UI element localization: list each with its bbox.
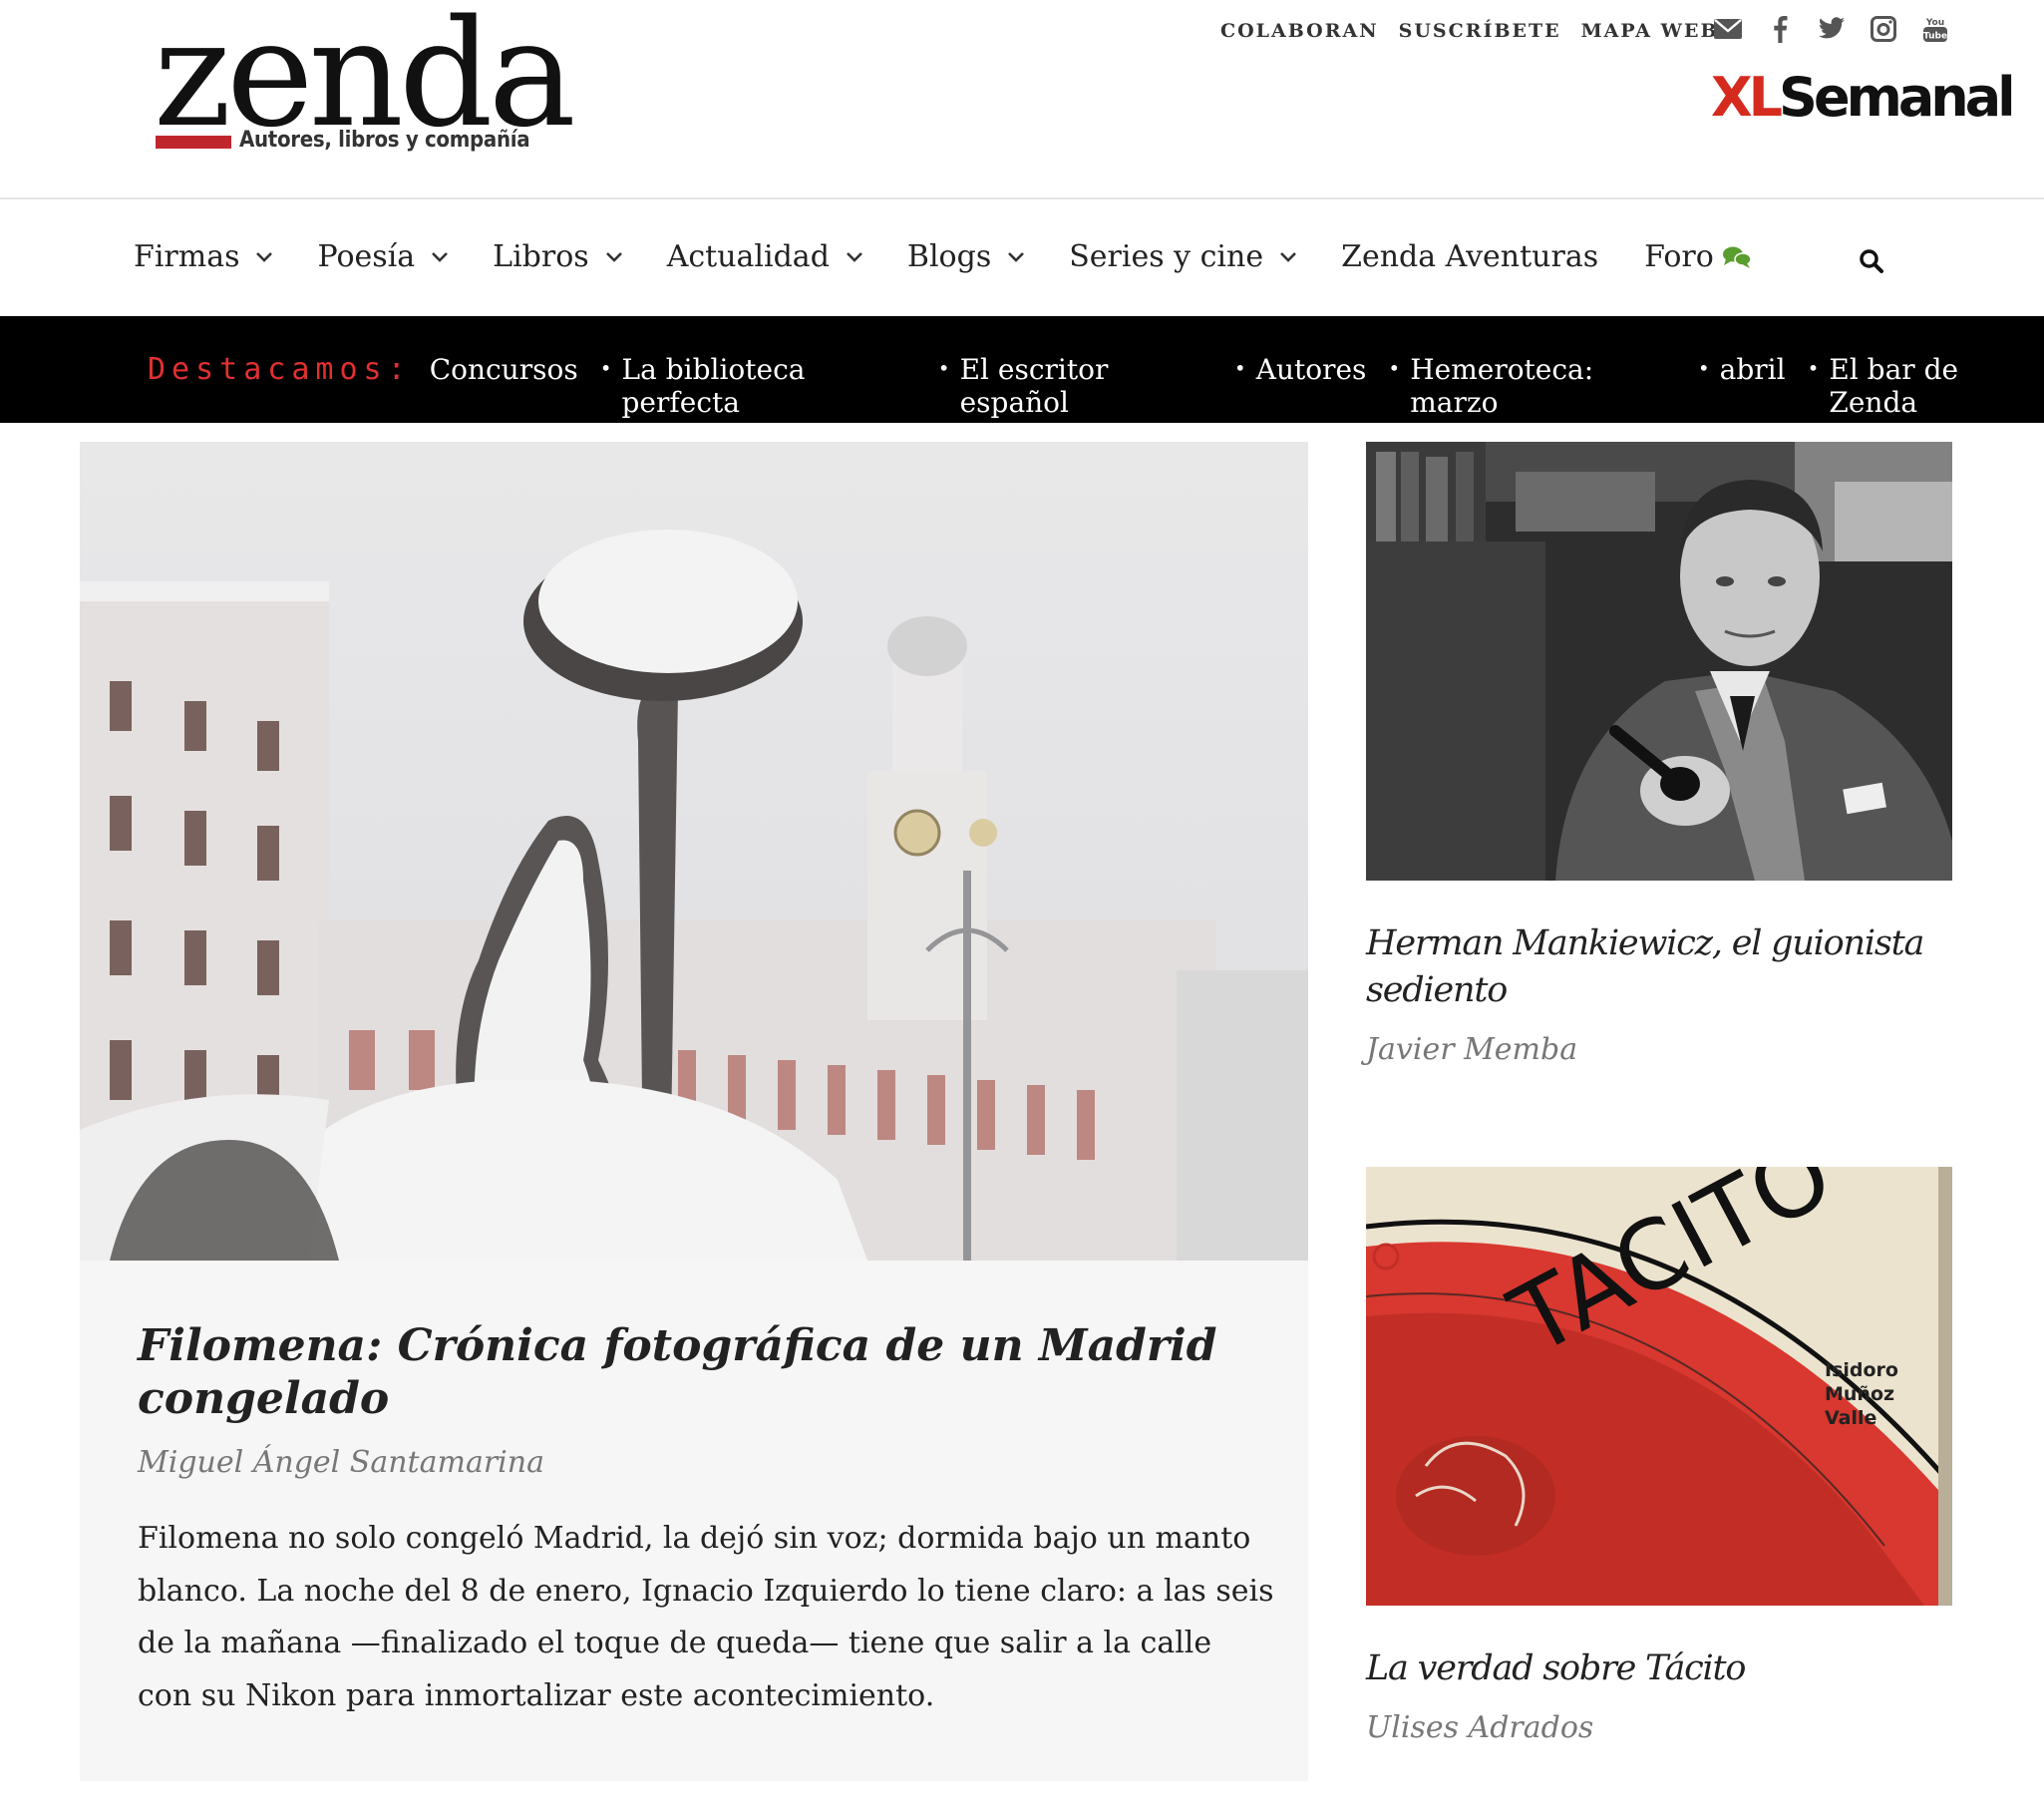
nav-item-label: Series y cine <box>1069 239 1264 274</box>
highlight-separator: • <box>1807 356 1820 380</box>
cover-author-line: Isidoro <box>1825 1359 1898 1381</box>
logo-tagline: Autores, libros y compañía <box>239 128 530 153</box>
mankiewicz-portrait-photo <box>1366 442 1952 881</box>
chevron-down-icon <box>1280 251 1297 262</box>
search-icon[interactable] <box>1859 248 1884 274</box>
side-article-author[interactable]: Javier Memba <box>1366 1032 1952 1067</box>
highlights-bar: Destacamos: Concursos • La biblioteca pe… <box>0 316 2044 423</box>
nav-item-poesia[interactable]: Poesía <box>317 239 449 274</box>
highlight-separator: • <box>937 356 950 380</box>
svg-text:You: You <box>1925 18 1944 28</box>
side-article-image[interactable] <box>1366 442 1952 881</box>
xlsemanal-logo-xl: XL <box>1711 66 1783 129</box>
highlight-link-abril[interactable]: abril <box>1720 353 1786 386</box>
side-article-author[interactable]: Ulises Adrados <box>1366 1710 1952 1745</box>
highlight-separator: • <box>1233 356 1246 380</box>
logo-wordmark: zenda <box>154 0 576 160</box>
chevron-down-icon <box>1008 251 1025 262</box>
featured-article-author[interactable]: Miguel Ángel Santamarina <box>138 1445 544 1480</box>
featured-article[interactable]: Filomena: Crónica fotográfica de un Madr… <box>80 442 1308 1781</box>
chevron-down-icon <box>846 251 862 262</box>
nav-item-label: Libros <box>493 239 589 274</box>
nav-item-libros[interactable]: Libros <box>493 239 623 274</box>
nav-item-blogs[interactable]: Blogs <box>907 239 1025 274</box>
logo-red-bar <box>156 136 231 149</box>
chat-bubbles-icon <box>1722 246 1752 268</box>
mail-icon[interactable] <box>1713 14 1743 44</box>
highlight-link-escritor[interactable]: El escritor español <box>960 353 1212 419</box>
xlsemanal-logo-semanal: Semanal <box>1779 66 2016 129</box>
main-nav: Firmas Poesía Libros Actualidad Blogs Se… <box>0 201 2044 316</box>
side-article[interactable]: TACITO Isidoro Muñoz Valle La verdad sob… <box>1366 1167 1952 1745</box>
top-link-mapa-web[interactable]: MAPA WEB <box>1581 20 1719 42</box>
side-article-image[interactable]: TACITO Isidoro Muñoz Valle <box>1366 1167 1952 1606</box>
side-article-title[interactable]: Herman Mankiewicz, el guionista sediento <box>1366 920 1952 1014</box>
chevron-down-icon <box>256 251 273 262</box>
nav-item-label: Poesía <box>317 239 416 274</box>
nav-item-label: Actualidad <box>666 239 830 274</box>
nav-item-label: Blogs <box>906 239 992 274</box>
chevron-down-icon <box>605 251 622 262</box>
snowy-madrid-photo <box>80 442 1308 1261</box>
social-links: You Tube <box>1713 14 1950 44</box>
twitter-icon[interactable] <box>1817 14 1847 44</box>
nav-items: Firmas Poesía Libros Actualidad Blogs Se… <box>134 239 1798 274</box>
xlsemanal-logo[interactable]: XL Semanal <box>1711 66 2016 129</box>
nav-item-series-y-cine[interactable]: Series y cine <box>1069 239 1297 274</box>
cover-author-line: Valle <box>1825 1407 1876 1429</box>
instagram-icon[interactable] <box>1869 14 1898 44</box>
side-article[interactable]: Herman Mankiewicz, el guionista sediento… <box>1366 442 1952 1067</box>
highlight-separator: • <box>599 356 612 380</box>
nav-item-zenda-aventuras[interactable]: Zenda Aventuras <box>1341 239 1598 274</box>
site-header: zenda Autores, libros y compañía COLABOR… <box>0 0 2044 199</box>
nav-item-firmas[interactable]: Firmas <box>134 239 273 274</box>
top-link-suscribete[interactable]: SUSCRÍBETE <box>1399 20 1561 42</box>
highlights-label: Destacamos: <box>148 352 412 387</box>
nav-item-actualidad[interactable]: Actualidad <box>667 239 863 274</box>
highlight-link-biblioteca[interactable]: La biblioteca perfecta <box>622 353 916 419</box>
nav-item-label: Zenda Aventuras <box>1341 239 1599 274</box>
featured-article-title[interactable]: Filomena: Crónica fotográfica de un Madr… <box>138 1319 1254 1425</box>
tacito-book-cover: TACITO Isidoro Muñoz Valle <box>1366 1167 1952 1606</box>
top-link-colaboran[interactable]: COLABORAN <box>1220 20 1379 42</box>
highlight-link-concursos[interactable]: Concursos <box>430 353 578 386</box>
youtube-icon[interactable]: You Tube <box>1920 14 1950 44</box>
highlight-separator: • <box>1697 356 1710 380</box>
svg-text:Tube: Tube <box>1923 32 1947 42</box>
top-links: COLABORAN SUSCRÍBETE MAPA WEB <box>1220 20 1719 42</box>
site-logo[interactable]: zenda Autores, libros y compañía <box>150 0 598 174</box>
nav-item-label: Foro <box>1644 239 1714 274</box>
highlight-link-hemeroteca-marzo[interactable]: Hemeroteca: marzo <box>1410 353 1676 419</box>
chevron-down-icon <box>432 251 449 262</box>
nav-item-foro[interactable]: Foro <box>1644 239 1752 274</box>
featured-article-excerpt: Filomena no solo congeló Madrid, la dejó… <box>138 1521 1274 1713</box>
facebook-icon[interactable] <box>1765 14 1795 44</box>
highlight-link-autores[interactable]: Autores <box>1256 353 1367 386</box>
cover-author-line: Muñoz <box>1825 1383 1894 1405</box>
side-article-title[interactable]: La verdad sobre Tácito <box>1366 1645 1952 1692</box>
highlights-inner: Destacamos: Concursos • La biblioteca pe… <box>148 352 2044 419</box>
featured-article-image[interactable] <box>80 442 1308 1261</box>
highlight-separator: • <box>1388 356 1401 380</box>
highlight-link-bar-de-zenda[interactable]: El bar de Zenda <box>1829 353 2044 419</box>
nav-item-label: Firmas <box>134 239 240 274</box>
